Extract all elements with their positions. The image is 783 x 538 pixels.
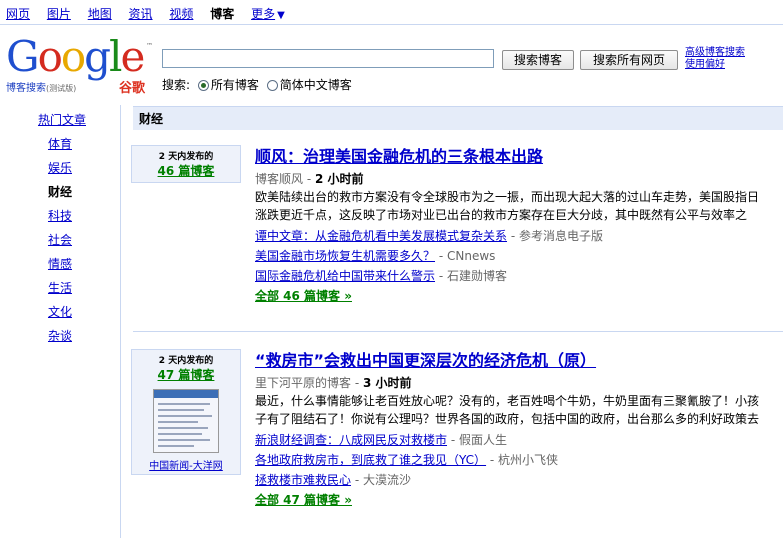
sidebar-item-misc[interactable]: 杂谈 [48, 329, 72, 343]
story-card: 顺风：治理美国金融危机的三条根本出路 博客顺风 - 2 小时前 欧美陆续出台的救… [255, 147, 770, 306]
story-title-link[interactable]: 顺风：治理美国金融危机的三条根本出路 [255, 147, 543, 166]
all-posts-link[interactable]: 全部 47 篇博客 » [255, 493, 352, 507]
sidebar-item-entertainment[interactable]: 娱乐 [48, 161, 72, 175]
sidebar-item-society[interactable]: 社会 [48, 233, 72, 247]
nav-blogs-current: 博客 [210, 7, 235, 21]
sidebar-item-sports[interactable]: 体育 [48, 137, 72, 151]
story-snippet: 最近，什么事情能够让老百姓放心呢？没有的，老百姓喝个牛奶，牛奶里面有三聚氰胺了！… [255, 394, 760, 426]
story-time: 3 小时前 [362, 376, 412, 390]
nav-news[interactable]: 资讯 [129, 7, 153, 21]
related-link[interactable]: 新浪财经调查：八成网民反对救楼市 [255, 433, 447, 447]
related-source: CNnews [447, 249, 496, 263]
story-time: 2 小时前 [314, 172, 364, 186]
count-link[interactable]: 47 篇博客 [158, 368, 215, 382]
related-source: 参考消息电子版 [519, 229, 604, 243]
sidebar-item-culture[interactable]: 文化 [48, 305, 72, 319]
sidebar-item-hot[interactable]: 热门文章 [38, 113, 86, 127]
sidebar-item-tech[interactable]: 科技 [48, 209, 72, 223]
sidebar-item-emotion[interactable]: 情感 [48, 257, 72, 271]
all-posts-link[interactable]: 全部 46 篇博客 » [255, 289, 352, 303]
preferences-link[interactable]: 使用偏好 [685, 59, 745, 71]
story-divider [133, 331, 783, 332]
related-link[interactable]: 各地政府救房市，到底救了谁之我见（YC） [255, 453, 486, 467]
blog-count-box: 2 天内发布的 47 篇博客 中国新闻-大洋网 [131, 349, 241, 475]
sidebar-item-finance: 财经 [47, 185, 72, 199]
nav-maps[interactable]: 地图 [88, 7, 112, 21]
count-label: 2 天内发布的 [158, 356, 214, 366]
scope-cn-radio[interactable] [266, 80, 278, 91]
google-blog-search-logo[interactable]: Google ™ 博客搜索(测试版) 谷歌 [6, 32, 156, 97]
advanced-search-link[interactable]: 高级博客搜索 [685, 47, 745, 59]
story-meta: 博客顺风 - 2 小时前 [255, 172, 364, 186]
scope-all-label[interactable]: 所有博客 [211, 78, 259, 92]
nav-web[interactable]: 网页 [6, 7, 30, 21]
thumbnail-caption-link[interactable]: 中国新闻-大洋网 [149, 461, 223, 472]
logo-cn: 谷歌 [119, 81, 146, 96]
top-nav: 网页 图片 地图 资讯 视频 博客 更多 ▼ [6, 5, 285, 21]
story-snippet: 欧美陆续出台的救市方案没有令全球股市为之一振，而出现大起大落的过山车走势，美国股… [255, 190, 760, 222]
scope-cn-label[interactable]: 简体中文博客 [280, 78, 352, 92]
trademark-mark: ™ [146, 42, 153, 50]
count-label: 2 天内发布的 [158, 152, 214, 162]
related-source: 杭州小飞侠 [498, 453, 559, 467]
scope-label: 搜索: [162, 78, 191, 92]
count-link[interactable]: 46 篇博客 [158, 164, 215, 178]
blog-count-box: 2 天内发布的 46 篇博客 [131, 145, 241, 183]
story-source: 博客顺风 [255, 172, 304, 186]
related-source: 石建勋博客 [447, 269, 508, 283]
news-thumbnail[interactable] [153, 389, 219, 453]
search-web-button[interactable]: 搜索所有网页 [580, 50, 678, 70]
story-card: “救房市”会救出中国更深层次的经济危机（原） 里下河平原的博客 - 3 小时前 … [255, 351, 770, 510]
search-input[interactable] [162, 49, 494, 68]
story-source: 里下河平原的博客 [255, 376, 352, 390]
nav-video[interactable]: 视频 [169, 7, 193, 21]
story-meta: 里下河平原的博客 - 3 小时前 [255, 376, 412, 390]
story-title-link[interactable]: “救房市”会救出中国更深层次的经济危机（原） [255, 351, 596, 370]
category-header: 财经 [133, 106, 783, 130]
top-divider [0, 24, 783, 25]
search-blogs-button[interactable]: 搜索博客 [502, 50, 574, 70]
sidebar-item-life[interactable]: 生活 [48, 281, 72, 295]
nav-more[interactable]: 更多 [251, 7, 275, 21]
sidebar-divider [120, 105, 121, 538]
related-link[interactable]: 谭中文章：从金融危机看中美发展模式复杂关系 [255, 229, 507, 243]
scope-all-radio[interactable] [197, 80, 209, 91]
related-link[interactable]: 拯救楼市难救民心 [255, 473, 351, 487]
related-link[interactable]: 国际金融危机给中国带来什么警示 [255, 269, 435, 283]
advanced-links: 高级博客搜索 使用偏好 [685, 47, 745, 71]
search-scope: 搜索: 所有博客 简体中文博客 [162, 76, 352, 93]
chevron-down-icon[interactable]: ▼ [277, 10, 285, 21]
related-source: 假面人生 [459, 433, 508, 447]
nav-images[interactable]: 图片 [47, 7, 71, 21]
related-link[interactable]: 美国金融市场恢复生机需要多久？ [255, 249, 435, 263]
logo-subtitle: 博客搜索(测试版) [6, 83, 77, 94]
related-source: 大漠流沙 [363, 473, 412, 487]
logo-wordmark: Google [6, 32, 145, 81]
